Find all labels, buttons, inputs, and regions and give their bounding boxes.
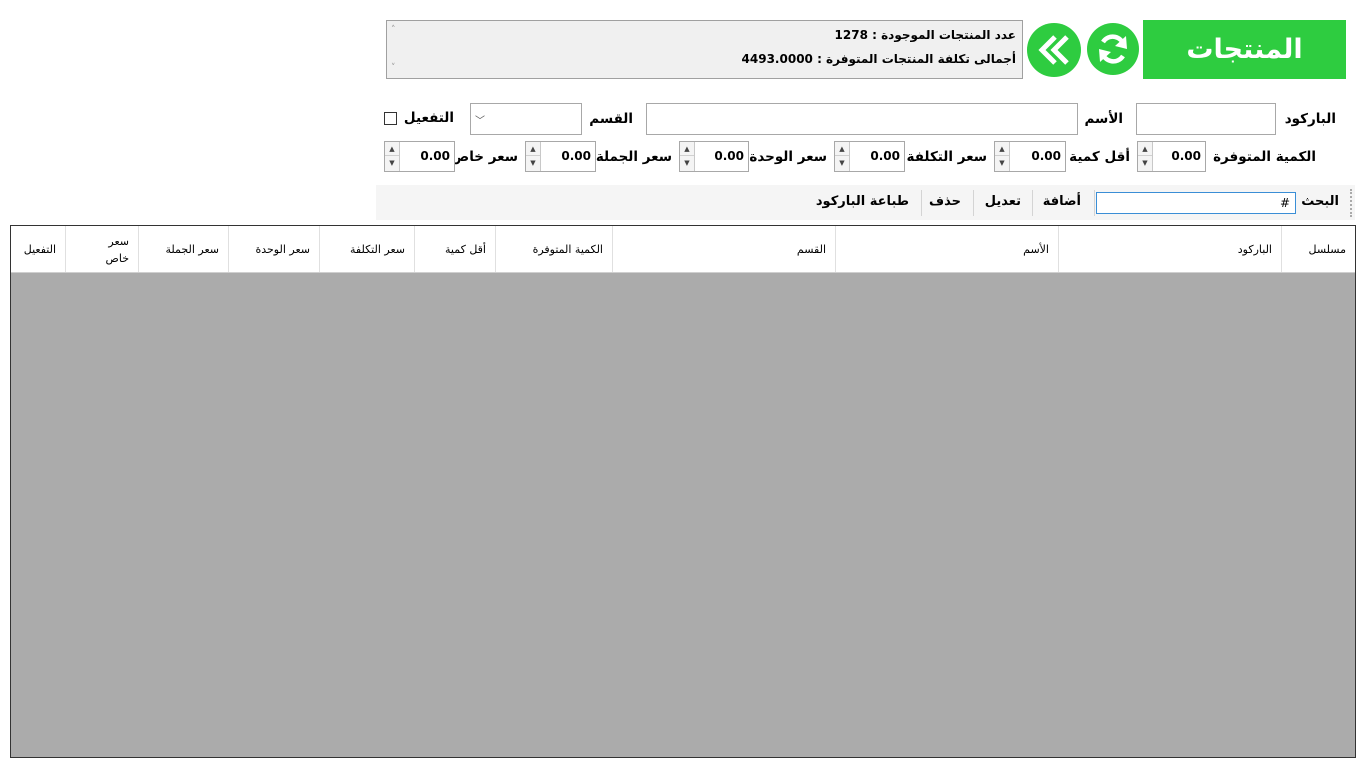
column-header-label: التفعيل xyxy=(23,243,56,256)
summary-box: عدد المنتجات الموجودة : 1278 أجمالى تكلف… xyxy=(386,20,1023,79)
spin-up-icon[interactable]: ▲ xyxy=(680,142,694,156)
back-button[interactable] xyxy=(1027,23,1081,77)
chevron-down-icon: ﹀ xyxy=(475,116,485,127)
name-input[interactable] xyxy=(646,103,1078,135)
spin-down-icon[interactable]: ▼ xyxy=(526,156,540,170)
page-title: المنتجات xyxy=(1143,20,1346,79)
active-label: التفعيل xyxy=(403,110,454,126)
column-header-label: القسم xyxy=(796,243,826,256)
qty-available-label: الكمية المتوفرة xyxy=(1213,149,1316,165)
spin-down-icon[interactable]: ▼ xyxy=(385,156,399,170)
special-price-label: سعر خاص xyxy=(451,149,518,165)
column-header-label: سعر الجملة xyxy=(165,243,220,256)
cost-price-value: 0.00 xyxy=(870,149,900,163)
spin-up-icon[interactable]: ▲ xyxy=(1138,142,1152,156)
spin-up-icon[interactable]: ▲ xyxy=(995,142,1009,156)
total-cost-text: أجمالى تكلفة المنتجات المتوفرة : 4493.00… xyxy=(741,52,1016,66)
min-qty-label: أقل كمية xyxy=(1069,149,1130,165)
active-checkbox[interactable] xyxy=(384,112,397,125)
category-select[interactable]: ﹀ xyxy=(470,103,582,135)
print-barcode-button[interactable]: طباعة الباركود xyxy=(816,194,909,209)
refresh-icon xyxy=(1099,34,1127,64)
column-header-label: مسلسل xyxy=(1308,243,1347,256)
spin-up-icon[interactable]: ▲ xyxy=(835,142,849,156)
search-input[interactable]: # xyxy=(1096,192,1296,214)
spin-down-icon[interactable]: ▼ xyxy=(1138,156,1152,170)
scroll-down-icon[interactable]: ˅ xyxy=(391,63,396,73)
cost-price-label: سعر التكلفة xyxy=(906,149,987,165)
column-header-serial[interactable]: مسلسل xyxy=(1281,226,1355,272)
column-header-min-qty[interactable]: أقل كمية xyxy=(414,226,495,272)
spin-up-icon[interactable]: ▲ xyxy=(385,142,399,156)
toolbar-separator xyxy=(1032,190,1033,216)
toolbar-separator xyxy=(973,190,974,216)
column-header-label: الأسم xyxy=(1023,243,1049,256)
column-header-cost-price[interactable]: سعر التكلفة xyxy=(319,226,414,272)
special-price-spinner[interactable]: ▲ ▼ xyxy=(385,142,400,171)
products-count-text: عدد المنتجات الموجودة : 1278 xyxy=(834,28,1016,42)
unit-price-field[interactable]: 0.00 ▲ ▼ xyxy=(679,141,749,172)
qty-available-field[interactable]: 0.00 ▲ ▼ xyxy=(1137,141,1206,172)
name-label: الأسم xyxy=(1084,111,1123,127)
column-header-label: الكمية المتوفرة xyxy=(532,243,603,256)
spin-down-icon[interactable]: ▼ xyxy=(995,156,1009,170)
spin-up-icon[interactable]: ▲ xyxy=(526,142,540,156)
toolbar-separator xyxy=(1094,190,1095,216)
scroll-up-icon[interactable]: ˄ xyxy=(391,25,396,35)
min-qty-field[interactable]: 0.00 ▲ ▼ xyxy=(994,141,1066,172)
unit-price-value: 0.00 xyxy=(714,149,744,163)
barcode-input[interactable] xyxy=(1136,103,1276,135)
column-header-wholesale-price[interactable]: سعر الجملة xyxy=(138,226,228,272)
special-price-field[interactable]: 0.00 ▲ ▼ xyxy=(384,141,455,172)
wholesale-price-label: سعر الجملة xyxy=(595,149,672,165)
column-header-label: أقل كمية xyxy=(445,243,486,256)
qty-available-value: 0.00 xyxy=(1171,149,1201,163)
toolbar: البحث # أضافة تعديل حذف طباعة الباركود xyxy=(376,185,1355,220)
unit-price-spinner[interactable]: ▲ ▼ xyxy=(680,142,695,171)
barcode-label: الباركود xyxy=(1284,111,1336,127)
min-qty-spinner[interactable]: ▲ ▼ xyxy=(995,142,1010,171)
spin-down-icon[interactable]: ▼ xyxy=(680,156,694,170)
cost-price-field[interactable]: 0.00 ▲ ▼ xyxy=(834,141,905,172)
cost-price-spinner[interactable]: ▲ ▼ xyxy=(835,142,850,171)
column-header-name[interactable]: الأسم xyxy=(835,226,1058,272)
grid-header: مسلسل الباركود الأسم القسم الكمية المتوف… xyxy=(11,226,1355,273)
column-header-special-price[interactable]: سعر خاص xyxy=(65,226,138,272)
search-label: البحث xyxy=(1301,194,1339,209)
double-chevron-left-icon xyxy=(1038,35,1069,65)
add-button[interactable]: أضافة xyxy=(1043,194,1081,209)
special-price-value: 0.00 xyxy=(420,149,450,163)
edit-button[interactable]: تعديل xyxy=(985,194,1021,209)
column-header-category[interactable]: القسم xyxy=(612,226,835,272)
delete-button[interactable]: حذف xyxy=(929,194,961,209)
unit-price-label: سعر الوحدة xyxy=(749,149,827,165)
min-qty-value: 0.00 xyxy=(1031,149,1061,163)
wholesale-price-value: 0.00 xyxy=(561,149,591,163)
column-header-label: سعر الوحدة xyxy=(255,243,310,256)
category-label: القسم xyxy=(589,111,633,127)
refresh-button[interactable] xyxy=(1087,23,1139,75)
search-input-value: # xyxy=(1279,196,1290,210)
qty-available-spinner[interactable]: ▲ ▼ xyxy=(1138,142,1153,171)
wholesale-price-field[interactable]: 0.00 ▲ ▼ xyxy=(525,141,596,172)
wholesale-price-spinner[interactable]: ▲ ▼ xyxy=(526,142,541,171)
column-header-barcode[interactable]: الباركود xyxy=(1058,226,1281,272)
toolbar-separator xyxy=(921,190,922,216)
column-header-active[interactable]: التفعيل xyxy=(11,226,65,272)
column-header-label: الباركود xyxy=(1237,243,1272,256)
column-header-qty-available[interactable]: الكمية المتوفرة xyxy=(495,226,612,272)
products-grid[interactable]: مسلسل الباركود الأسم القسم الكمية المتوف… xyxy=(10,225,1356,758)
column-header-label: سعر التكلفة xyxy=(350,243,405,256)
spin-down-icon[interactable]: ▼ xyxy=(835,156,849,170)
column-header-unit-price[interactable]: سعر الوحدة xyxy=(228,226,319,272)
toolbar-grip[interactable] xyxy=(1350,189,1352,217)
column-header-label: سعر خاص xyxy=(105,235,129,265)
